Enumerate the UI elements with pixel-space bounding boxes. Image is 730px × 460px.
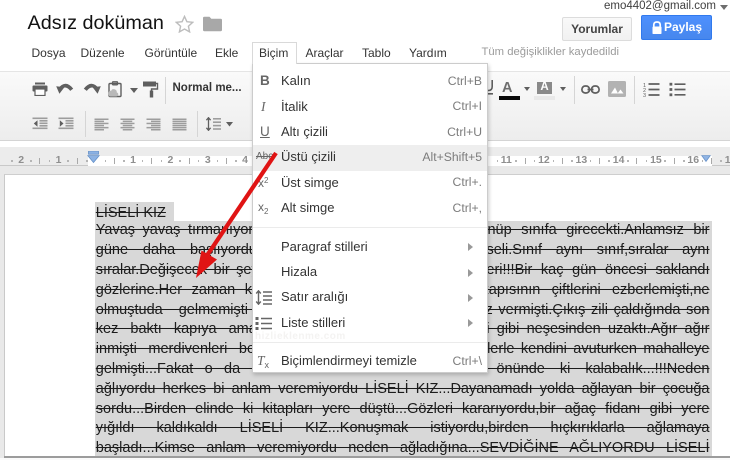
svg-text:3: 3 xyxy=(643,93,646,97)
